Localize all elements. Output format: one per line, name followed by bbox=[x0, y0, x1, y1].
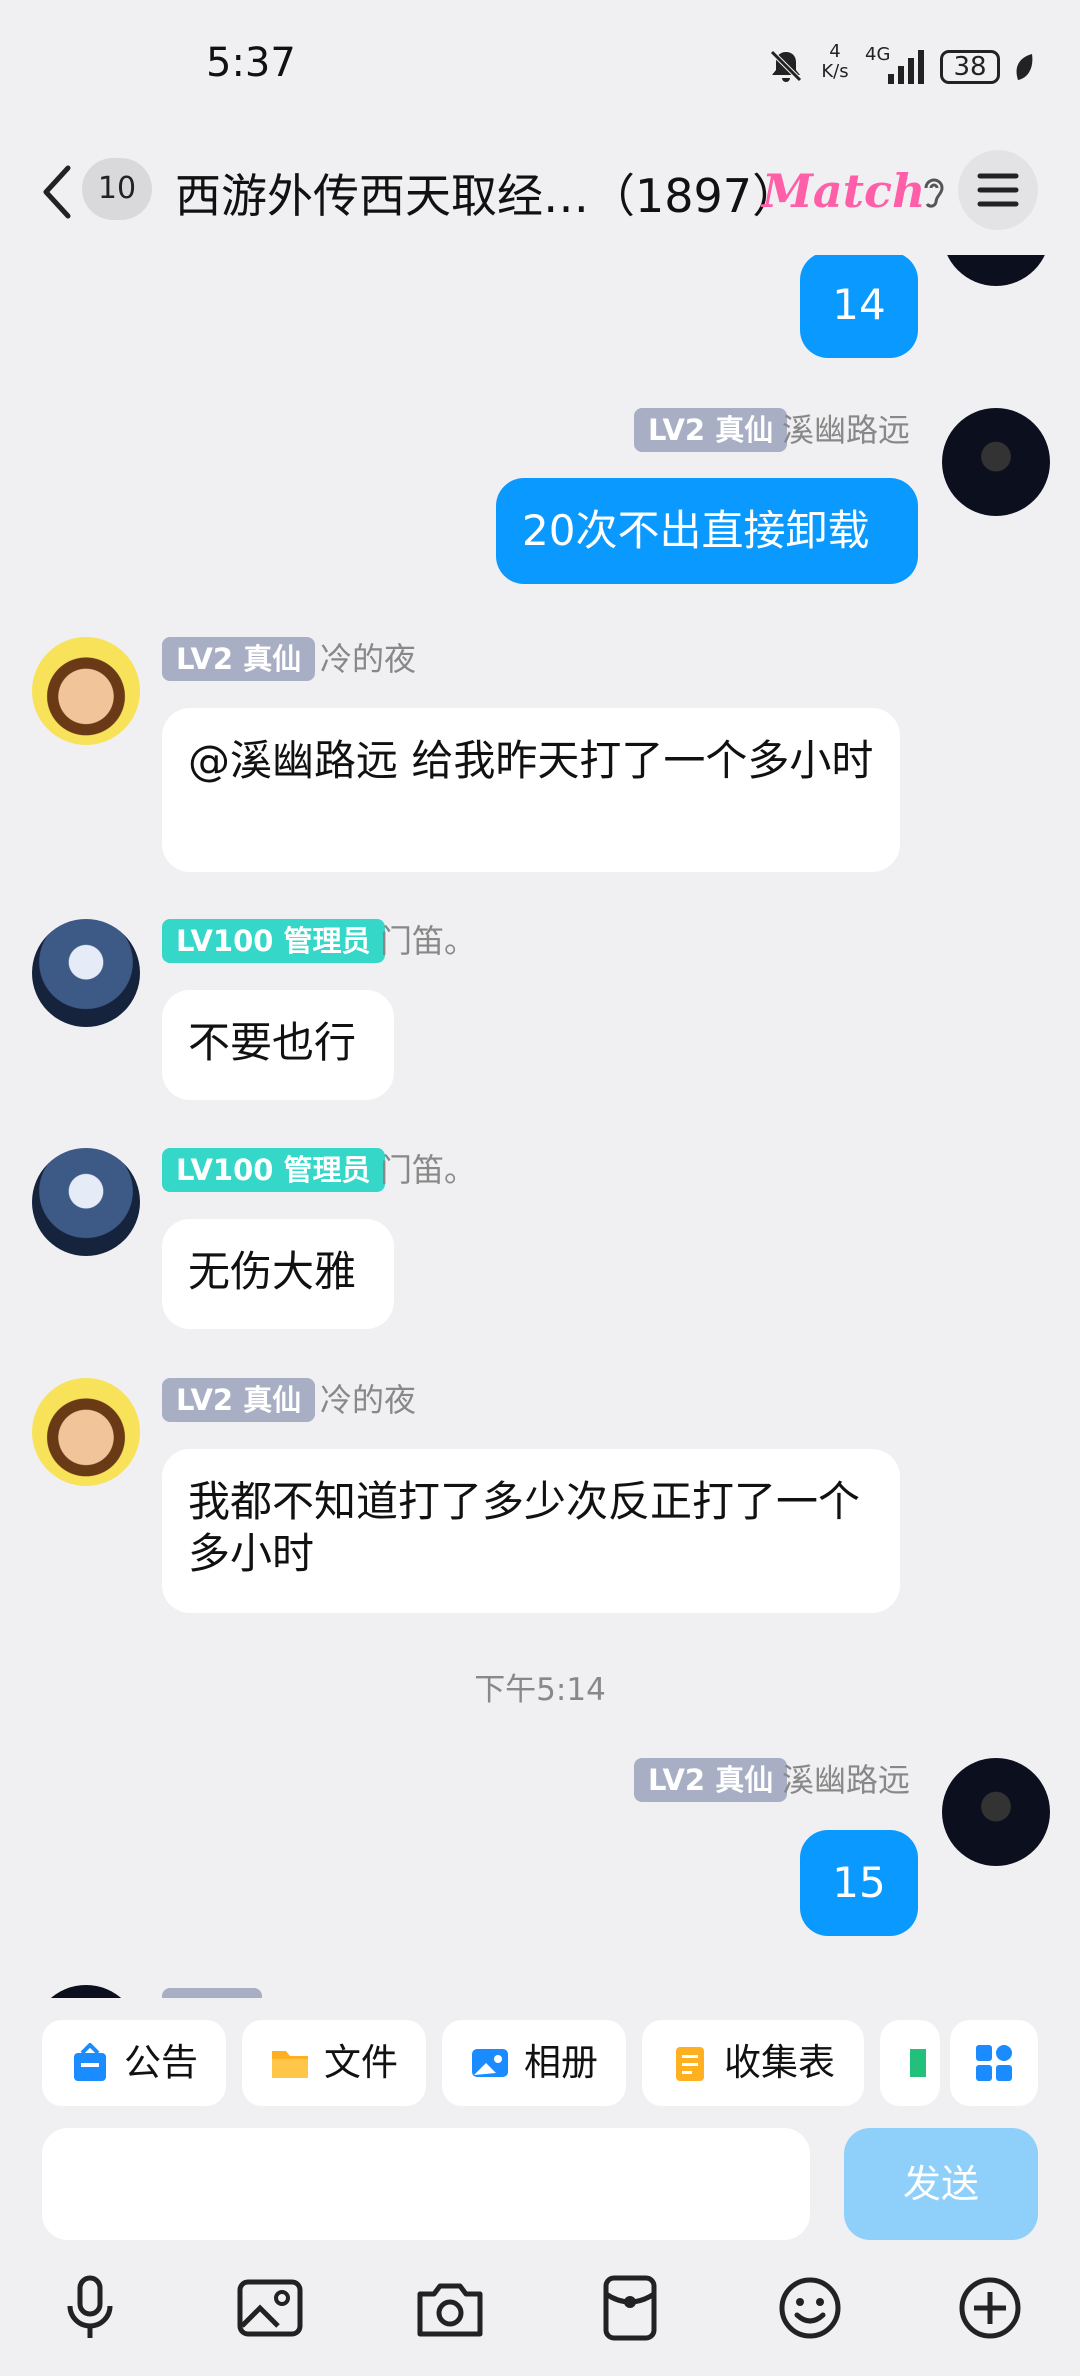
emoji-icon[interactable] bbox=[770, 2268, 850, 2348]
form-icon bbox=[676, 2047, 704, 2081]
quick-action-label: 公告 bbox=[124, 2041, 198, 2084]
earpiece-icon[interactable] bbox=[918, 172, 948, 212]
group-title[interactable]: 西游外传西天取经…（1897） bbox=[175, 160, 798, 226]
sender-name[interactable]: 溪幽路远 bbox=[782, 408, 910, 452]
message-bubble[interactable]: 我都不知道打了多少次反正打了一个多小时 bbox=[162, 1449, 900, 1613]
sender-name[interactable]: 溪幽路远 bbox=[782, 1758, 910, 1802]
avatar[interactable] bbox=[32, 1378, 140, 1486]
flag-icon bbox=[910, 2049, 926, 2077]
hamburger-icon bbox=[977, 173, 1019, 207]
avatar[interactable] bbox=[32, 1148, 140, 1256]
album-icon bbox=[472, 2049, 508, 2077]
plus-icon[interactable] bbox=[950, 2268, 1030, 2348]
send-button[interactable]: 发送 bbox=[844, 2128, 1038, 2240]
avatar[interactable] bbox=[32, 637, 140, 745]
avatar[interactable] bbox=[942, 408, 1050, 516]
quick-action-label: 相册 bbox=[524, 2041, 598, 2084]
chat-header: 10 西游外传西天取经…（1897） Match bbox=[0, 130, 1080, 255]
message-bubble[interactable]: 无伤大雅 bbox=[162, 1219, 394, 1329]
announcement-icon bbox=[74, 2043, 106, 2081]
red-packet-icon[interactable] bbox=[590, 2268, 670, 2348]
unread-count-badge[interactable]: 10 bbox=[82, 158, 152, 220]
quick-action-album[interactable]: 相册 bbox=[442, 2020, 626, 2106]
level-badge: LV2 真仙 bbox=[634, 408, 788, 452]
message-bubble[interactable]: 不要也行 bbox=[162, 990, 394, 1100]
message-bubble[interactable]: 14 bbox=[800, 252, 918, 358]
quick-action-more[interactable] bbox=[880, 2020, 940, 2106]
quick-action-label: 收集表 bbox=[724, 2041, 835, 2084]
level-badge: LV100 管理员 bbox=[162, 919, 385, 963]
sender-name[interactable]: 门笛。 bbox=[380, 919, 476, 963]
sender-name[interactable]: 冷的夜 bbox=[320, 1378, 416, 1422]
back-arrow-icon[interactable] bbox=[38, 162, 78, 222]
image-icon[interactable] bbox=[230, 2268, 310, 2348]
sender-name[interactable]: 门笛。 bbox=[380, 1148, 476, 1192]
microphone-icon[interactable] bbox=[50, 2268, 130, 2348]
camera-icon[interactable] bbox=[410, 2268, 490, 2348]
sender-name[interactable]: 冷的夜 bbox=[320, 637, 416, 681]
message-bubble[interactable]: @溪幽路远 给我昨天打了一个多小时 bbox=[162, 708, 900, 872]
message-bubble[interactable]: 15 bbox=[800, 1830, 918, 1936]
time-divider: 下午5:14 bbox=[474, 1672, 606, 1708]
folder-icon bbox=[272, 2051, 308, 2078]
message-bubble[interactable]: 20次不出直接卸载 bbox=[496, 478, 918, 584]
apps-grid-icon bbox=[976, 2045, 1012, 2081]
quick-action-form[interactable]: 收集表 bbox=[642, 2020, 864, 2106]
level-badge: LV2 真仙 bbox=[162, 1378, 316, 1422]
message-list[interactable]: 14 LV2 真仙 溪幽路远 20次不出直接卸载 LV2 真仙 冷的夜 @溪幽路… bbox=[0, 0, 1080, 2093]
avatar[interactable] bbox=[32, 919, 140, 1027]
quick-action-files[interactable]: 文件 bbox=[242, 2020, 426, 2106]
match-logo[interactable]: Match bbox=[762, 164, 925, 218]
input-panel: 公告 文件 相册 收集表 发送 bbox=[0, 1998, 1080, 2376]
avatar[interactable] bbox=[942, 1758, 1050, 1866]
apps-button[interactable] bbox=[950, 2020, 1038, 2106]
level-badge: LV2 真仙 bbox=[634, 1758, 788, 1802]
menu-button[interactable] bbox=[958, 150, 1038, 230]
message-input[interactable] bbox=[42, 2128, 810, 2240]
level-badge: LV2 真仙 bbox=[162, 637, 316, 681]
quick-action-announcement[interactable]: 公告 bbox=[42, 2020, 226, 2106]
level-badge: LV100 管理员 bbox=[162, 1148, 385, 1192]
quick-action-label: 文件 bbox=[324, 2041, 398, 2084]
